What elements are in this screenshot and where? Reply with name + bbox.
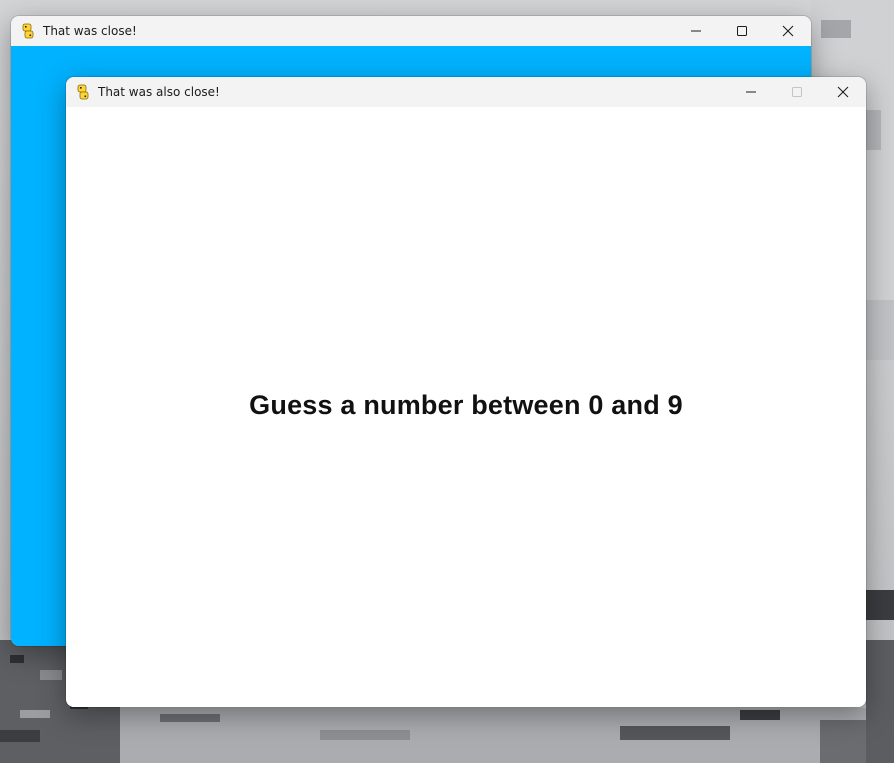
python-icon: [77, 84, 89, 100]
pixel-rock-bottom: [120, 708, 894, 763]
minimize-icon: [691, 30, 701, 32]
maximize-button-disabled: [774, 77, 820, 107]
window-title: That was close!: [43, 24, 137, 38]
close-icon: [782, 25, 794, 37]
python-icon: [22, 23, 34, 39]
maximize-icon: [792, 87, 802, 97]
minimize-button[interactable]: [728, 77, 774, 107]
close-icon: [837, 86, 849, 98]
guess-prompt: Guess a number between 0 and 9: [249, 390, 683, 420]
back-window-titlebar[interactable]: That was close!: [11, 16, 811, 46]
window-title: That was also close!: [98, 85, 220, 99]
front-window-canvas[interactable]: Guess a number between 0 and 9: [66, 107, 866, 707]
close-button[interactable]: [765, 16, 811, 46]
front-window-titlebar[interactable]: That was also close!: [66, 77, 866, 107]
maximize-button[interactable]: [719, 16, 765, 46]
maximize-icon: [737, 26, 747, 36]
close-button[interactable]: [820, 77, 866, 107]
front-window[interactable]: That was also close! Guess a number betw…: [66, 77, 866, 707]
minimize-icon: [746, 91, 756, 93]
minimize-button[interactable]: [673, 16, 719, 46]
